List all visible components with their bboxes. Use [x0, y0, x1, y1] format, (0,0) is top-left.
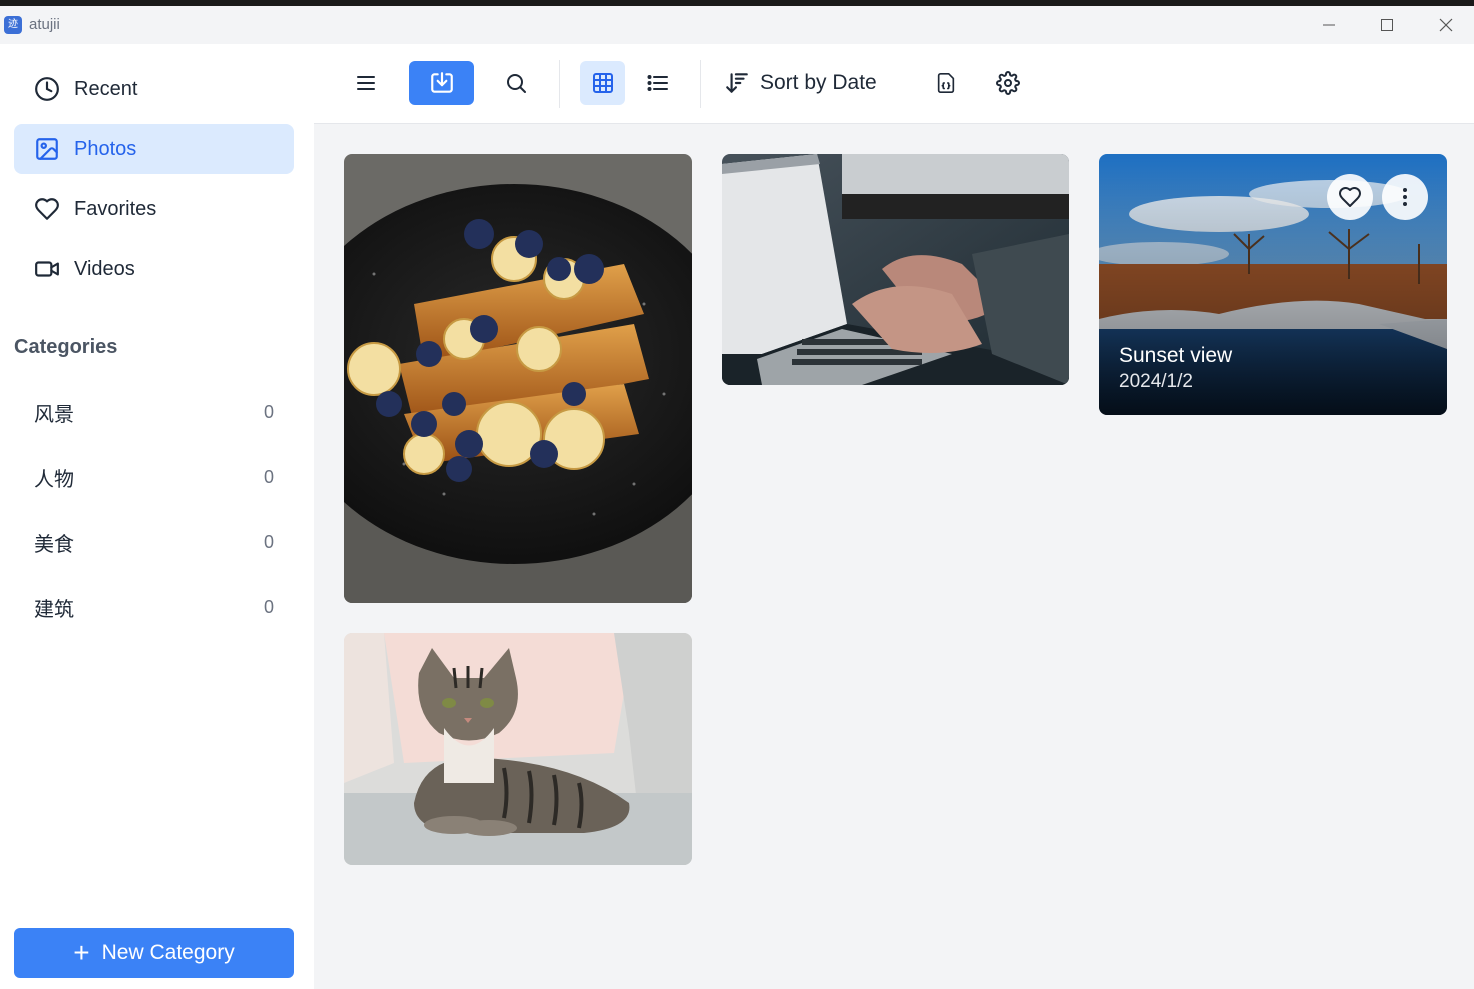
categories-heading: Categories [14, 336, 118, 358]
export-json-button[interactable] [924, 61, 968, 105]
sidebar-item-label: Photos [74, 137, 137, 160]
photo-gallery: Sunset view 2024/1/2 [314, 124, 1474, 989]
category-count: 0 [263, 596, 274, 617]
window-top-edge [0, 0, 1474, 6]
laptop-photo [722, 154, 1069, 385]
grid-view-button[interactable] [580, 61, 625, 105]
category-name: 风景 [34, 401, 74, 426]
photo-caption: Sunset view 2024/1/2 [1119, 343, 1232, 395]
sidebar-item-label: Recent [74, 77, 138, 100]
toolbar-divider [559, 60, 560, 108]
window-title: atujii [29, 16, 60, 33]
photo-date: 2024/1/2 [1119, 371, 1193, 392]
maximize-icon [1381, 19, 1393, 31]
menu-icon [357, 76, 375, 90]
new-category-button[interactable]: + New Category [14, 928, 294, 978]
category-name: 美食 [34, 531, 74, 556]
title-bar: 迹 atujii [0, 0, 1474, 44]
photo-card[interactable] [722, 154, 1069, 385]
photo-card[interactable] [344, 633, 692, 865]
more-options-button[interactable] [1382, 174, 1428, 220]
close-button[interactable] [1424, 10, 1468, 40]
category-item[interactable]: 风景 0 [14, 387, 294, 437]
app-icon: 迹 [4, 16, 22, 34]
heart-icon [1339, 187, 1361, 207]
sort-button[interactable]: Sort by Date [724, 61, 904, 105]
category-item[interactable]: 人物 0 [14, 452, 294, 502]
clock-icon [34, 76, 60, 102]
category-name: 人物 [34, 466, 74, 491]
more-vertical-icon [1403, 188, 1407, 206]
settings-button[interactable] [986, 61, 1030, 105]
list-view-button[interactable] [636, 61, 680, 105]
toolbar: Sort by Date [314, 44, 1474, 124]
sidebar-item-recent[interactable]: Recent [14, 64, 294, 114]
category-count: 0 [263, 531, 274, 552]
video-icon [34, 256, 60, 282]
minimize-icon [1323, 24, 1335, 26]
sidebar-item-label: Videos [74, 257, 135, 280]
sidebar: Recent Photos Favorites Videos Categorie… [0, 44, 314, 989]
gear-icon [996, 71, 1020, 95]
category-count: 0 [263, 466, 274, 487]
download-icon [430, 72, 453, 93]
category-name: 建筑 [34, 596, 74, 621]
cat-photo [344, 633, 692, 865]
heart-icon [34, 196, 60, 222]
category-item[interactable]: 美食 0 [14, 517, 294, 567]
photo-card[interactable] [344, 154, 692, 603]
toolbar-divider [700, 60, 701, 108]
file-json-icon [937, 73, 955, 93]
category-count: 0 [263, 401, 274, 422]
maximize-button[interactable] [1365, 10, 1409, 40]
photo-card-hovered[interactable]: Sunset view 2024/1/2 [1099, 154, 1447, 415]
menu-button[interactable] [344, 61, 388, 105]
sidebar-item-photos[interactable]: Photos [14, 124, 294, 174]
grid-icon [592, 73, 613, 93]
image-icon [34, 136, 60, 162]
category-item[interactable]: 建筑 0 [14, 582, 294, 632]
minimize-button[interactable] [1307, 10, 1351, 40]
sidebar-item-label: Favorites [74, 197, 157, 220]
search-icon [507, 74, 526, 93]
search-button[interactable] [494, 61, 538, 105]
food-photo [344, 154, 692, 603]
close-icon [1439, 18, 1453, 32]
list-icon [647, 75, 668, 91]
sidebar-item-favorites[interactable]: Favorites [14, 184, 294, 234]
photo-title: Sunset view [1119, 344, 1233, 367]
import-button[interactable] [409, 61, 474, 105]
sort-label: Sort by Date [760, 71, 877, 94]
sidebar-item-videos[interactable]: Videos [14, 244, 294, 294]
favorite-button[interactable] [1327, 174, 1373, 220]
new-category-label: New Category [101, 941, 235, 964]
plus-icon: + [73, 937, 90, 968]
sort-descending-icon [726, 73, 748, 93]
